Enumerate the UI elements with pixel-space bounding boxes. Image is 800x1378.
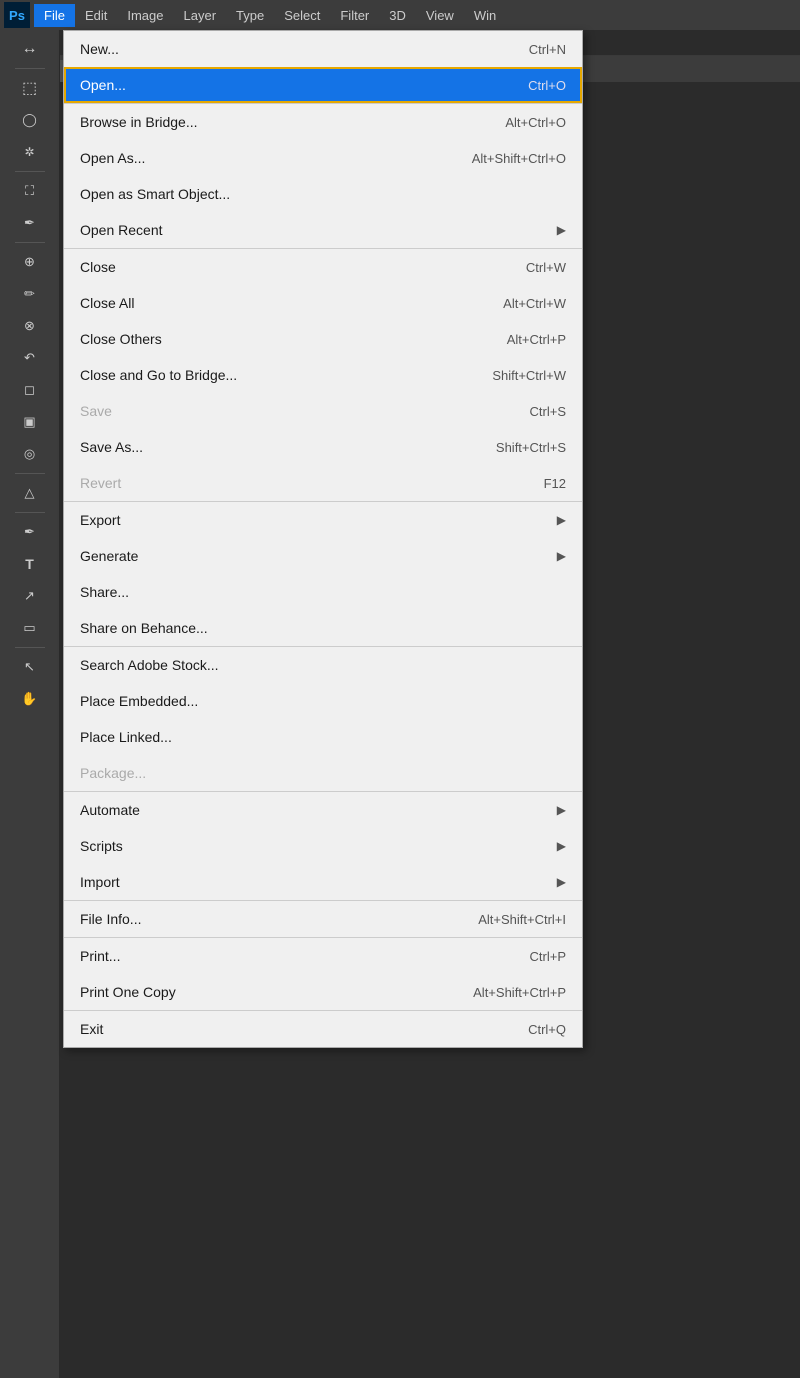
menu-section-6: File Info... Alt+Shift+Ctrl+I [64, 901, 582, 938]
menu-section-5: Automate ▶ Scripts ▶ Import ▶ [64, 792, 582, 901]
menu-item-close-all[interactable]: Close All Alt+Ctrl+W [64, 285, 582, 321]
menu-item-shortcut: Alt+Shift+Ctrl+P [473, 985, 566, 1000]
menu-item-share-on-behance---[interactable]: Share on Behance... [64, 610, 582, 646]
menu-item-label: Browse in Bridge... [80, 114, 485, 130]
menu-item-label: Open As... [80, 150, 452, 166]
menu-item-label: Generate [80, 548, 549, 564]
menu-item-shortcut: Ctrl+Q [528, 1022, 566, 1037]
menu-section-8: Exit Ctrl+Q [64, 1011, 582, 1047]
menu-item-label: Share... [80, 584, 566, 600]
menu-item-exit[interactable]: Exit Ctrl+Q [64, 1011, 582, 1047]
menu-item-label: New... [80, 41, 509, 57]
menu-item-generate[interactable]: Generate ▶ [64, 538, 582, 574]
menu-item-open---[interactable]: Open... Ctrl+O [64, 67, 582, 103]
menu-item-shortcut: F12 [544, 476, 566, 491]
menu-section-2: Close Ctrl+W Close All Alt+Ctrl+W Close Othe… [64, 249, 582, 502]
menu-item-search-adobe-stock---[interactable]: Search Adobe Stock... [64, 647, 582, 683]
menu-item-export[interactable]: Export ▶ [64, 502, 582, 538]
menu-item-scripts[interactable]: Scripts ▶ [64, 828, 582, 864]
menu-item-close-and-go-to-bridge---[interactable]: Close and Go to Bridge... Shift+Ctrl+W [64, 357, 582, 393]
menu-item-label: File Info... [80, 911, 458, 927]
menu-item-shortcut: Ctrl+P [530, 949, 566, 964]
menu-item-close[interactable]: Close Ctrl+W [64, 249, 582, 285]
menu-item-revert: Revert F12 [64, 465, 582, 501]
menu-item-label: Print One Copy [80, 984, 453, 1000]
menu-item-shortcut: Ctrl+W [526, 260, 566, 275]
menu-item-print---[interactable]: Print... Ctrl+P [64, 938, 582, 974]
menu-item-label: Save As... [80, 439, 476, 455]
menu-item-label: Automate [80, 802, 549, 818]
menu-item-automate[interactable]: Automate ▶ [64, 792, 582, 828]
menu-item-save-as---[interactable]: Save As... Shift+Ctrl+S [64, 429, 582, 465]
menu-item-shortcut: Alt+Ctrl+W [503, 296, 566, 311]
menu-item-label: Share on Behance... [80, 620, 566, 636]
dropdown-overlay[interactable]: New... Ctrl+N Open... Ctrl+O Browse in Bridg… [0, 0, 800, 1378]
menu-item-import[interactable]: Import ▶ [64, 864, 582, 900]
submenu-arrow-icon: ▶ [557, 803, 566, 817]
menu-item-label: Save [80, 403, 510, 419]
menu-section-3: Export ▶ Generate ▶ Share... Share on Behance… [64, 502, 582, 647]
submenu-arrow-icon: ▶ [557, 513, 566, 527]
submenu-arrow-icon: ▶ [557, 549, 566, 563]
menu-item-label: Close All [80, 295, 483, 311]
menu-item-share---[interactable]: Share... [64, 574, 582, 610]
menu-item-print-one-copy[interactable]: Print One Copy Alt+Shift+Ctrl+P [64, 974, 582, 1010]
menu-item-label: Place Embedded... [80, 693, 566, 709]
menu-item-open-as-smart-object---[interactable]: Open as Smart Object... [64, 176, 582, 212]
menu-item-label: Scripts [80, 838, 549, 854]
menu-item-label: Revert [80, 475, 524, 491]
menu-section-1: Browse in Bridge... Alt+Ctrl+O Open As... A… [64, 104, 582, 249]
menu-item-file-info---[interactable]: File Info... Alt+Shift+Ctrl+I [64, 901, 582, 937]
menu-item-label: Package... [80, 765, 566, 781]
menu-item-open-as---[interactable]: Open As... Alt+Shift+Ctrl+O [64, 140, 582, 176]
menu-item-shortcut: Ctrl+O [528, 78, 566, 93]
menu-item-label: Open as Smart Object... [80, 186, 566, 202]
menu-item-label: Close and Go to Bridge... [80, 367, 472, 383]
menu-item-shortcut: Alt+Shift+Ctrl+I [478, 912, 566, 927]
menu-item-shortcut: Ctrl+S [530, 404, 566, 419]
menu-item-label: Open... [80, 77, 508, 93]
submenu-arrow-icon: ▶ [557, 223, 566, 237]
menu-section-7: Print... Ctrl+P Print One Copy Alt+Shift+Ct… [64, 938, 582, 1011]
menu-item-close-others[interactable]: Close Others Alt+Ctrl+P [64, 321, 582, 357]
menu-item-place-embedded---[interactable]: Place Embedded... [64, 683, 582, 719]
menu-item-label: Import [80, 874, 549, 890]
submenu-arrow-icon: ▶ [557, 839, 566, 853]
menu-item-save: Save Ctrl+S [64, 393, 582, 429]
menu-item-shortcut: Alt+Shift+Ctrl+O [472, 151, 566, 166]
menu-item-shortcut: Alt+Ctrl+O [505, 115, 566, 130]
menu-section-0: New... Ctrl+N Open... Ctrl+O [64, 31, 582, 104]
menu-item-shortcut: Alt+Ctrl+P [507, 332, 566, 347]
menu-item-label: Close [80, 259, 506, 275]
menu-item-label: Print... [80, 948, 510, 964]
menu-item-label: Export [80, 512, 549, 528]
menu-item-new---[interactable]: New... Ctrl+N [64, 31, 582, 67]
menu-item-label: Open Recent [80, 222, 549, 238]
menu-item-label: Exit [80, 1021, 508, 1037]
submenu-arrow-icon: ▶ [557, 875, 566, 889]
menu-item-package---: Package... [64, 755, 582, 791]
menu-item-open-recent[interactable]: Open Recent ▶ [64, 212, 582, 248]
menu-section-4: Search Adobe Stock... Place Embedded... Pl… [64, 647, 582, 792]
menu-item-label: Search Adobe Stock... [80, 657, 566, 673]
menu-item-shortcut: Ctrl+N [529, 42, 566, 57]
file-dropdown-menu: New... Ctrl+N Open... Ctrl+O Browse in Bridg… [63, 30, 583, 1048]
menu-item-label: Close Others [80, 331, 487, 347]
menu-item-shortcut: Shift+Ctrl+W [492, 368, 566, 383]
menu-item-label: Place Linked... [80, 729, 566, 745]
menu-item-browse-in-bridge---[interactable]: Browse in Bridge... Alt+Ctrl+O [64, 104, 582, 140]
menu-item-shortcut: Shift+Ctrl+S [496, 440, 566, 455]
menu-item-place-linked---[interactable]: Place Linked... [64, 719, 582, 755]
